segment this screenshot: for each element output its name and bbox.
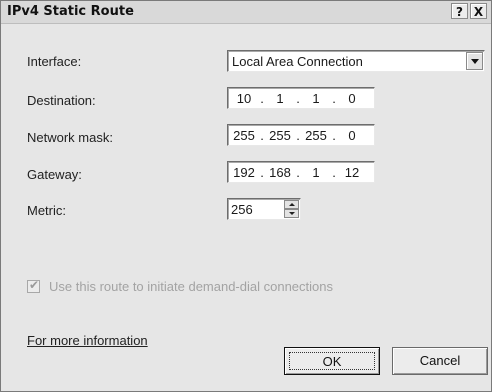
- cancel-button[interactable]: Cancel: [392, 347, 488, 375]
- network-mask-label: Network mask:: [27, 130, 113, 145]
- destination-octet-1[interactable]: 10: [230, 91, 258, 106]
- interface-select[interactable]: Local Area Connection: [227, 50, 485, 72]
- metric-increment-button[interactable]: [284, 200, 299, 209]
- help-button[interactable]: ?: [451, 3, 468, 19]
- interface-label: Interface:: [27, 54, 82, 69]
- gateway-label: Gateway:: [27, 167, 82, 182]
- destination-octet-2[interactable]: 1: [266, 91, 294, 106]
- spin-up-icon: [289, 203, 295, 206]
- chevron-down-icon: [471, 59, 479, 64]
- destination-octet-4[interactable]: 0: [338, 91, 366, 106]
- interface-dropdown-button[interactable]: [466, 52, 483, 70]
- ok-button[interactable]: OK: [284, 347, 380, 375]
- gateway-octet-1[interactable]: 192: [230, 165, 258, 180]
- demand-dial-label: Use this route to initiate demand-dial c…: [49, 279, 333, 294]
- gateway-octet-3[interactable]: 1: [302, 165, 330, 180]
- octet-separator: .: [296, 165, 300, 180]
- destination-octet-3[interactable]: 1: [302, 91, 330, 106]
- octet-separator: .: [296, 91, 300, 106]
- ipv4-static-route-dialog: IPv4 Static Route ? X Interface: Local A…: [0, 0, 492, 392]
- window-title: IPv4 Static Route: [7, 4, 134, 19]
- metric-spinner[interactable]: 256: [227, 198, 301, 220]
- destination-label: Destination:: [27, 93, 96, 108]
- mask-octet-4[interactable]: 0: [338, 128, 366, 143]
- octet-separator: .: [260, 91, 264, 106]
- octet-separator: .: [332, 165, 336, 180]
- close-button[interactable]: X: [470, 3, 487, 19]
- octet-separator: .: [296, 128, 300, 143]
- interface-value: Local Area Connection: [232, 54, 363, 69]
- octet-separator: .: [260, 128, 264, 143]
- title-bar: IPv4 Static Route ? X: [1, 1, 491, 24]
- metric-decrement-button[interactable]: [284, 209, 299, 218]
- gateway-octet-2[interactable]: 168: [266, 165, 294, 180]
- mask-octet-1[interactable]: 255: [230, 128, 258, 143]
- octet-separator: .: [332, 128, 336, 143]
- network-mask-field[interactable]: 255 . 255 . 255 . 0: [227, 124, 375, 146]
- octet-separator: .: [260, 165, 264, 180]
- gateway-octet-4[interactable]: 12: [338, 165, 366, 180]
- metric-value[interactable]: 256: [231, 202, 253, 217]
- spin-down-icon: [289, 212, 295, 215]
- metric-label: Metric:: [27, 203, 66, 218]
- destination-ip-field[interactable]: 10 . 1 . 1 . 0: [227, 87, 375, 109]
- ok-button-label: OK: [289, 352, 375, 370]
- checkmark-icon: ✔: [29, 278, 40, 292]
- mask-octet-3[interactable]: 255: [302, 128, 330, 143]
- metric-spin-buttons: [284, 200, 299, 218]
- demand-dial-checkbox[interactable]: ✔: [27, 278, 40, 293]
- mask-octet-2[interactable]: 255: [266, 128, 294, 143]
- octet-separator: .: [332, 91, 336, 106]
- more-information-link[interactable]: For more information: [27, 333, 148, 348]
- gateway-ip-field[interactable]: 192 . 168 . 1 . 12: [227, 161, 375, 183]
